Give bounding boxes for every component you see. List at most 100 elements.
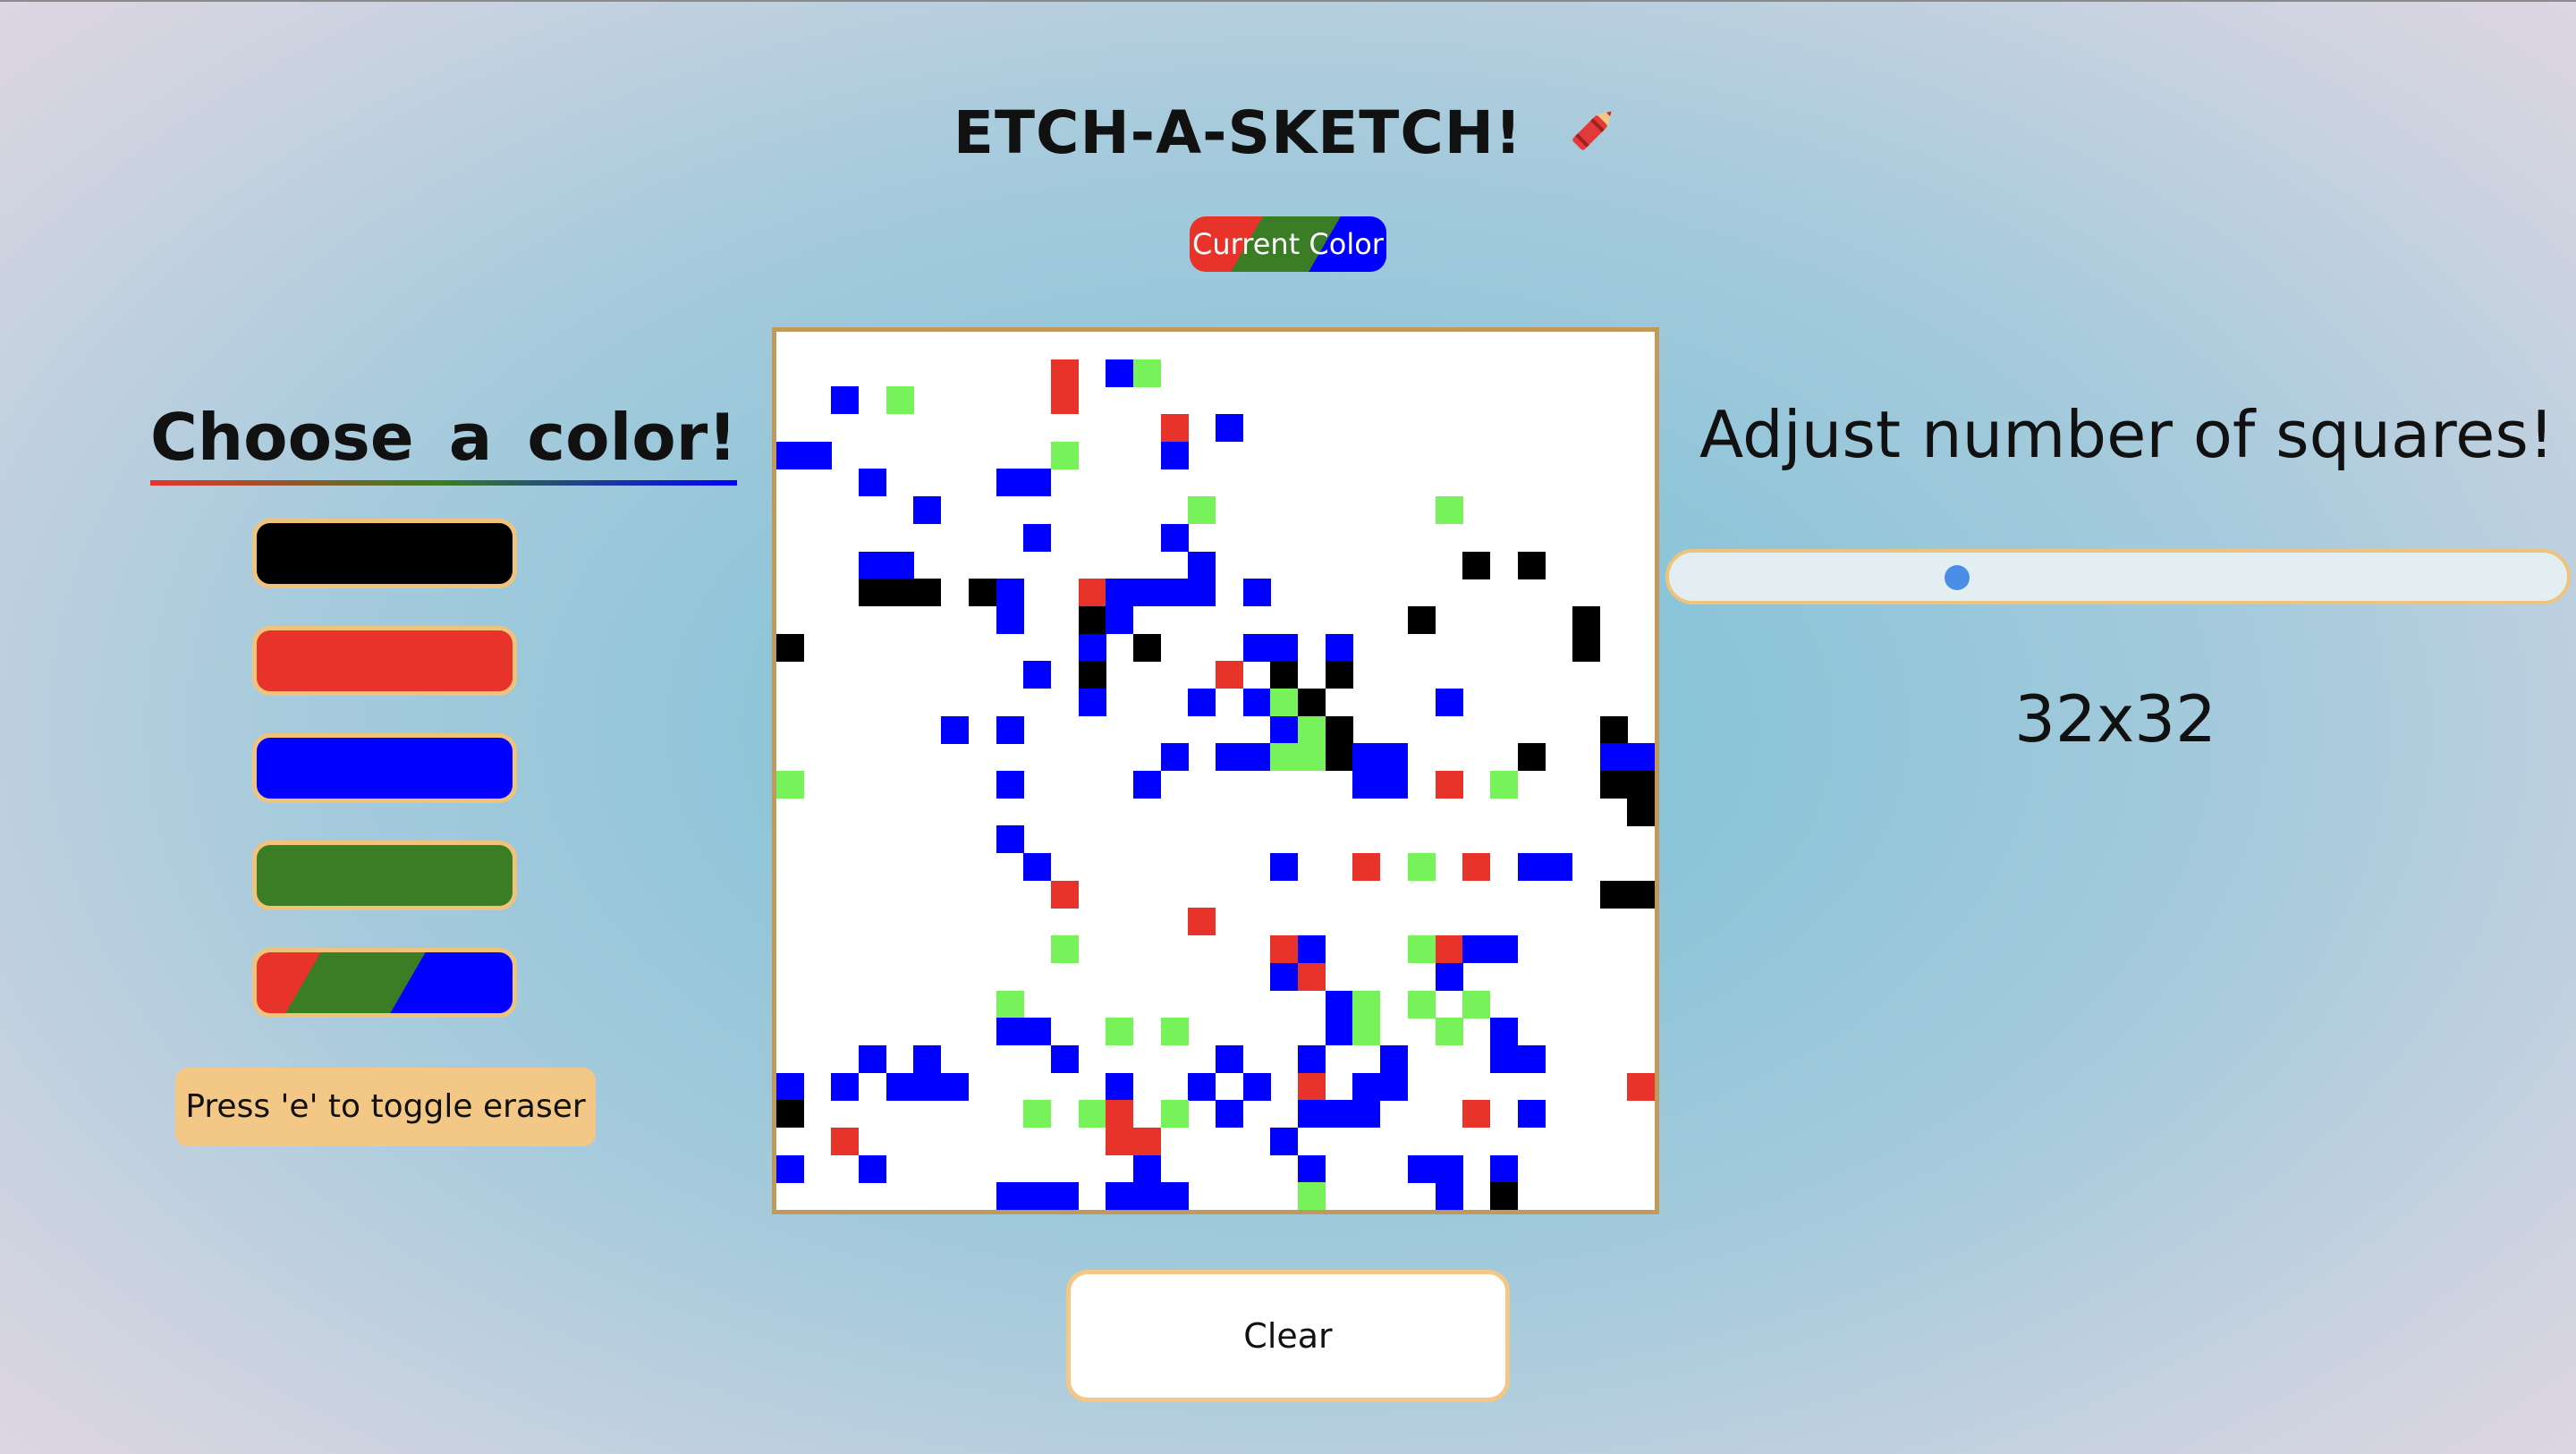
- grid-cell[interactable]: [1050, 935, 1079, 964]
- grid-cell[interactable]: [941, 715, 970, 744]
- grid-cell[interactable]: [1462, 990, 1491, 1019]
- grid-cell[interactable]: [1132, 771, 1161, 799]
- grid-cell[interactable]: [996, 1018, 1024, 1046]
- color-swatch-red[interactable]: [252, 626, 517, 696]
- grid-cell[interactable]: [1325, 1018, 1353, 1046]
- grid-cell[interactable]: [1078, 605, 1106, 634]
- grid-cell[interactable]: [1489, 771, 1518, 799]
- grid-cell[interactable]: [1352, 1072, 1381, 1101]
- grid-cell[interactable]: [1517, 1044, 1546, 1073]
- grid-cell[interactable]: [1106, 1100, 1134, 1129]
- grid-cell[interactable]: [1298, 1072, 1326, 1101]
- grid-cell[interactable]: [941, 1072, 970, 1101]
- grid-cell[interactable]: [1023, 1100, 1052, 1129]
- grid-cell[interactable]: [1216, 743, 1243, 772]
- grid-cell[interactable]: [1078, 579, 1106, 607]
- grid-cell[interactable]: [1352, 1100, 1381, 1129]
- grid-cell[interactable]: [886, 551, 914, 579]
- grid-cell[interactable]: [1298, 1154, 1326, 1183]
- grid-cell[interactable]: [1050, 880, 1079, 909]
- grid-cell[interactable]: [1188, 496, 1216, 525]
- grid-cell[interactable]: [831, 386, 860, 415]
- grid-cell[interactable]: [996, 469, 1024, 497]
- grid-cell[interactable]: [1517, 551, 1546, 579]
- grid-cell[interactable]: [776, 771, 804, 799]
- grid-cell[interactable]: [1023, 469, 1052, 497]
- grid-cell[interactable]: [1188, 688, 1216, 716]
- grid-cell[interactable]: [1545, 853, 1573, 882]
- grid-cell[interactable]: [1160, 579, 1189, 607]
- grid-cell[interactable]: [859, 469, 887, 497]
- grid-cell[interactable]: [1462, 551, 1491, 579]
- grid-cell[interactable]: [1078, 1100, 1106, 1129]
- grid-cell[interactable]: [968, 579, 996, 607]
- grid-cell[interactable]: [1352, 853, 1381, 882]
- grid-cell[interactable]: [1407, 853, 1436, 882]
- grid-cell[interactable]: [1023, 1182, 1052, 1211]
- grid-cell[interactable]: [1462, 1100, 1491, 1129]
- grid-cell[interactable]: [1298, 715, 1326, 744]
- grid-cell[interactable]: [1132, 579, 1161, 607]
- grid-cell[interactable]: [1599, 715, 1628, 744]
- grid-cell[interactable]: [1160, 414, 1189, 443]
- grid-cell[interactable]: [1216, 661, 1243, 689]
- grid-cell[interactable]: [1627, 798, 1656, 826]
- grid-cell[interactable]: [1160, 1100, 1189, 1129]
- grid-cell[interactable]: [776, 1154, 804, 1183]
- grid-cell[interactable]: [831, 1072, 860, 1101]
- grid-cell[interactable]: [1325, 715, 1353, 744]
- grid-cell[interactable]: [996, 990, 1024, 1019]
- color-swatch-green[interactable]: [252, 841, 517, 910]
- grid-cell[interactable]: [1517, 853, 1546, 882]
- grid-cell[interactable]: [1517, 1100, 1546, 1129]
- grid-cell[interactable]: [1489, 1182, 1518, 1211]
- grid-cell[interactable]: [1023, 523, 1052, 552]
- grid-cell[interactable]: [1050, 1182, 1079, 1211]
- grid-cell[interactable]: [1380, 1044, 1409, 1073]
- grid-cell[interactable]: [776, 1072, 804, 1101]
- grid-cell[interactable]: [1407, 990, 1436, 1019]
- grid-cell[interactable]: [1132, 633, 1161, 662]
- grid-cell[interactable]: [1599, 771, 1628, 799]
- grid-cell[interactable]: [996, 605, 1024, 634]
- grid-cell[interactable]: [1242, 633, 1271, 662]
- grid-cell[interactable]: [1435, 1182, 1463, 1211]
- clear-button[interactable]: Clear: [1066, 1270, 1510, 1402]
- grid-cell[interactable]: [1298, 935, 1326, 964]
- grid-cell[interactable]: [1298, 1044, 1326, 1073]
- grid-cell[interactable]: [1352, 743, 1381, 772]
- grid-cell[interactable]: [803, 441, 832, 469]
- grid-cell[interactable]: [1270, 743, 1299, 772]
- grid-cell[interactable]: [1380, 771, 1409, 799]
- grid-cell[interactable]: [1078, 688, 1106, 716]
- grid-cell[interactable]: [1270, 633, 1299, 662]
- grid-cell[interactable]: [1298, 1100, 1326, 1129]
- grid-cell[interactable]: [1627, 880, 1656, 909]
- grid-cell[interactable]: [859, 1044, 887, 1073]
- grid-cell[interactable]: [1407, 605, 1436, 634]
- grid-cell[interactable]: [1106, 1072, 1134, 1101]
- grid-cell[interactable]: [1489, 1018, 1518, 1046]
- grid-cell[interactable]: [1106, 359, 1134, 387]
- grid-cell[interactable]: [1106, 1018, 1134, 1046]
- grid-cell[interactable]: [1242, 1072, 1271, 1101]
- grid-cell[interactable]: [1106, 605, 1134, 634]
- grid-cell[interactable]: [1435, 1018, 1463, 1046]
- grid-cell[interactable]: [859, 1154, 887, 1183]
- grid-cell[interactable]: [913, 1044, 942, 1073]
- color-swatch-rainbow[interactable]: [252, 948, 517, 1018]
- grid-cell[interactable]: [1160, 743, 1189, 772]
- grid-cell[interactable]: [1352, 1018, 1381, 1046]
- grid-size-slider[interactable]: [1665, 549, 2571, 604]
- grid-cell[interactable]: [1216, 414, 1243, 443]
- grid-cell[interactable]: [1435, 771, 1463, 799]
- grid-cell[interactable]: [1627, 743, 1656, 772]
- grid-cell[interactable]: [1489, 1154, 1518, 1183]
- grid-cell[interactable]: [913, 579, 942, 607]
- grid-cell[interactable]: [776, 441, 804, 469]
- grid-cell[interactable]: [776, 1100, 804, 1129]
- sketch-grid[interactable]: [772, 327, 1659, 1214]
- grid-cell[interactable]: [1298, 743, 1326, 772]
- grid-cell[interactable]: [1106, 1182, 1134, 1211]
- grid-cell[interactable]: [1325, 1100, 1353, 1129]
